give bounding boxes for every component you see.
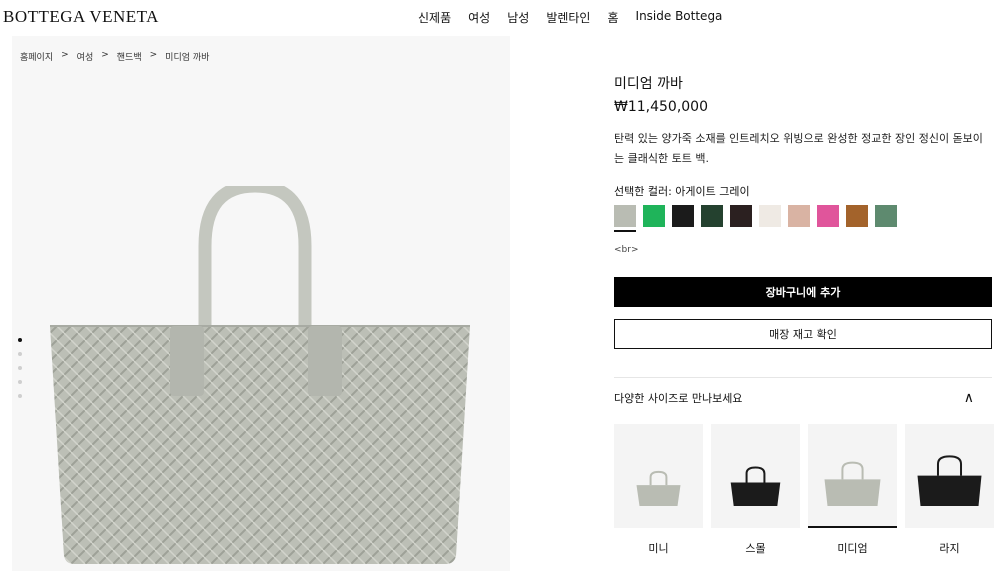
- chevron-up-icon[interactable]: ∧: [964, 390, 974, 406]
- product-gallery: 홈페이지 > 여성 > 핸드백 > 미디엄 까바: [12, 36, 510, 571]
- gallery-pagination: [18, 338, 22, 398]
- product-title: 미디엄 까바: [614, 76, 683, 92]
- breadcrumb-separator: >: [61, 50, 69, 60]
- color-swatch[interactable]: [875, 205, 897, 227]
- breadcrumb-separator: >: [149, 50, 158, 60]
- product-price: ₩11,450,000: [614, 99, 709, 115]
- nav-valentine[interactable]: 발렌타인: [546, 9, 590, 26]
- breadcrumb-women[interactable]: 여성: [77, 50, 94, 63]
- breadcrumb-separator: >: [101, 50, 109, 60]
- color-swatch[interactable]: [672, 205, 694, 227]
- nav-new[interactable]: 신제품: [418, 9, 451, 26]
- size-label: 미디엄: [837, 542, 868, 555]
- color-swatch[interactable]: [614, 205, 636, 232]
- color-swatch[interactable]: [846, 205, 868, 227]
- check-store-button[interactable]: 매장 재고 확인: [614, 319, 992, 349]
- color-swatch[interactable]: [643, 205, 665, 227]
- product-image[interactable]: [50, 186, 470, 571]
- add-to-bag-button[interactable]: 장바구니에 추가: [614, 277, 992, 307]
- breadcrumb-handbags[interactable]: 핸드백: [117, 50, 142, 63]
- size-thumbnail: [905, 424, 994, 528]
- size-option[interactable]: 스몰: [711, 424, 800, 556]
- color-swatch[interactable]: [759, 205, 781, 227]
- size-thumbnail: [808, 424, 897, 528]
- gallery-dot[interactable]: [18, 394, 22, 398]
- br-text: <br>: [614, 245, 639, 255]
- nav-women[interactable]: 여성: [468, 9, 490, 26]
- color-swatch[interactable]: [701, 205, 723, 227]
- nav-men[interactable]: 남성: [507, 9, 529, 26]
- gallery-dot[interactable]: [18, 380, 22, 384]
- divider: [614, 377, 992, 378]
- brand-logo[interactable]: BOTTEGA VENETA: [3, 7, 159, 27]
- sizes-header[interactable]: 다양한 사이즈로 만나보세요 ∧: [614, 390, 992, 406]
- size-label: 미니: [648, 542, 669, 555]
- product-info: 미디엄 까바 ₩11,450,000 탄력 있는 양가죽 소재를 인트레치오 위…: [614, 70, 994, 556]
- breadcrumb-current: 미디엄 까바: [165, 53, 210, 63]
- product-description: 탄력 있는 양가죽 소재를 인트레치오 위빙으로 완성한 정교한 장인 정신이 …: [614, 132, 983, 165]
- color-swatch[interactable]: [788, 205, 810, 227]
- size-thumbnail: [711, 424, 800, 528]
- site-header: BOTTEGA VENETA 신제품 여성 남성 발렌타인 홈 Inside B…: [0, 0, 1000, 34]
- size-option[interactable]: 미니: [614, 424, 703, 556]
- main-nav: 신제품 여성 남성 발렌타인 홈 Inside Bottega: [418, 9, 722, 26]
- size-label: 라지: [939, 542, 960, 555]
- color-swatches: [614, 205, 992, 232]
- color-swatch[interactable]: [730, 205, 752, 227]
- breadcrumb: 홈페이지 > 여성 > 핸드백 > 미디엄 까바: [20, 50, 209, 63]
- size-label: 스몰: [745, 542, 766, 555]
- size-option[interactable]: 라지: [905, 424, 994, 556]
- gallery-dot[interactable]: [18, 366, 22, 370]
- nav-inside-bottega[interactable]: Inside Bottega: [636, 9, 723, 26]
- selected-color-label: 선택한 컬러: 아게이트 그레이: [614, 185, 750, 198]
- gallery-dot[interactable]: [18, 338, 22, 342]
- sizes-heading: 다양한 사이즈로 만나보세요: [614, 392, 743, 405]
- breadcrumb-home[interactable]: 홈페이지: [20, 50, 53, 63]
- size-thumbnail: [614, 424, 703, 528]
- nav-home[interactable]: 홈: [607, 9, 618, 26]
- color-swatch[interactable]: [817, 205, 839, 227]
- size-options: 미니 스몰 미디엄 라지: [614, 424, 994, 556]
- gallery-dot[interactable]: [18, 352, 22, 356]
- size-option[interactable]: 미디엄: [808, 424, 897, 556]
